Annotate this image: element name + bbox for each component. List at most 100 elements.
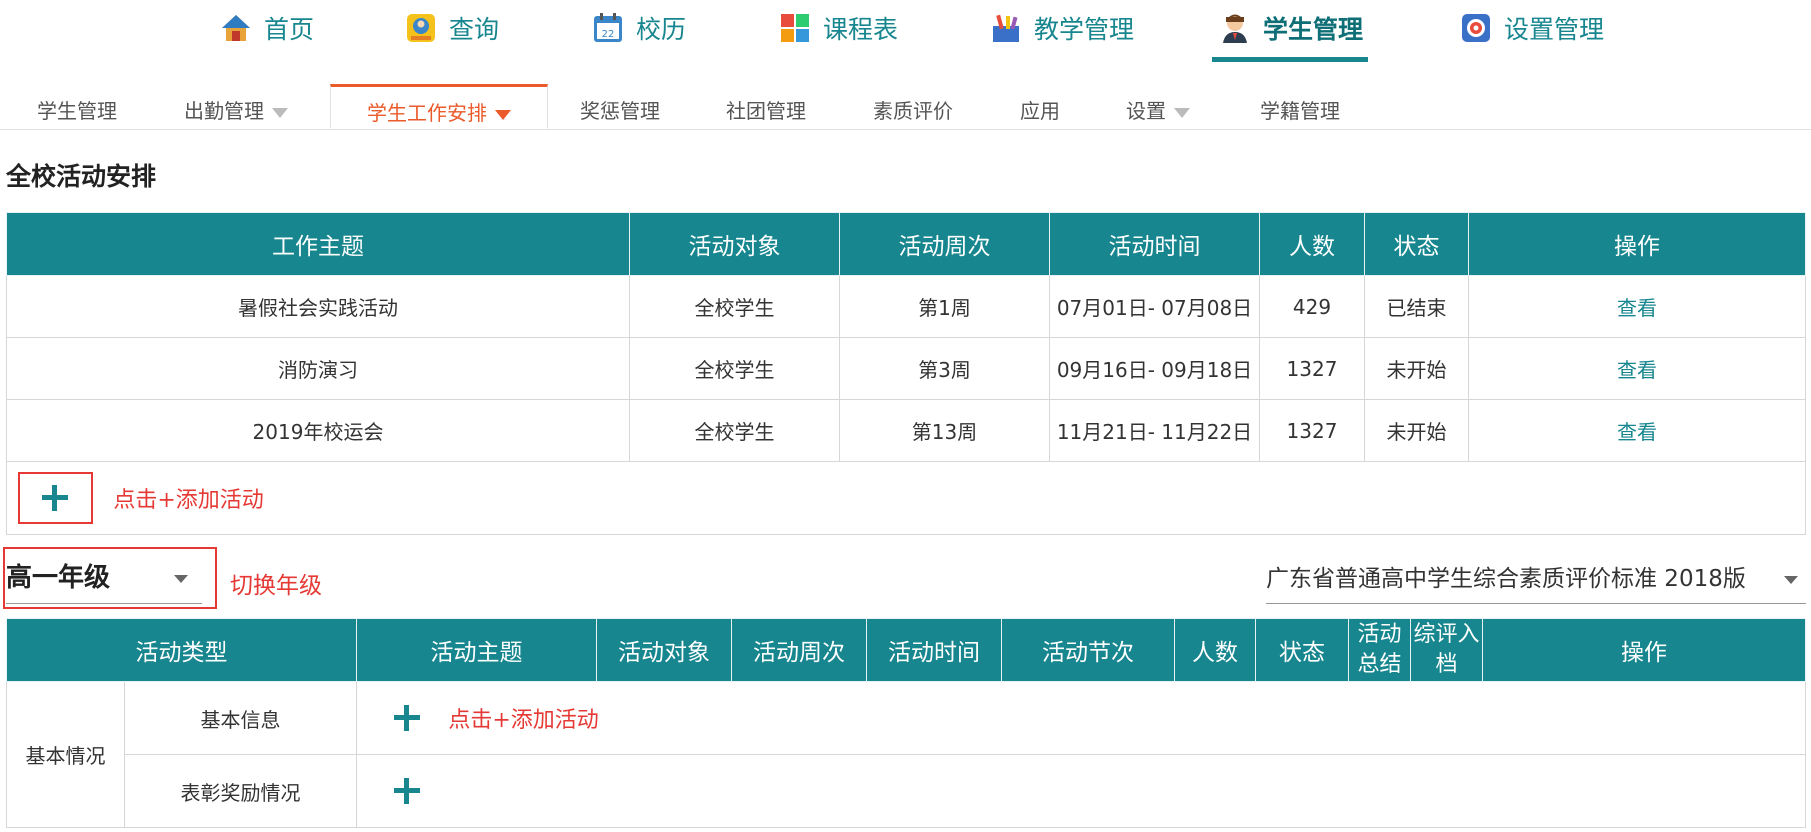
active-tab-underline [1212, 57, 1368, 62]
col-header-action: 操作 [1482, 618, 1806, 682]
settings-icon [1460, 12, 1492, 44]
plus-icon [394, 705, 420, 731]
topnav-settings[interactable]: 设置管理 [1460, 6, 1604, 50]
add-activity-button[interactable] [394, 778, 420, 805]
cell-action: 查看 [1468, 275, 1806, 338]
cell-topic: 消防演习 [6, 337, 630, 400]
subtab-label: 出勤管理 [184, 99, 264, 123]
caret-down-icon [174, 575, 188, 583]
add-activity-button[interactable] [18, 472, 93, 524]
timetable-icon [779, 12, 811, 44]
chevron-down-icon [495, 109, 511, 120]
calendar-icon: 22 [592, 12, 624, 44]
topnav-label: 教学管理 [1034, 15, 1135, 44]
subtab-settings[interactable]: 设置 [1126, 94, 1190, 128]
subtab-label: 应用 [1020, 99, 1060, 123]
col-header-week: 活动周次 [731, 618, 867, 682]
cell-topic: 2019年校运会 [6, 399, 630, 462]
cell-status: 未开始 [1364, 337, 1469, 400]
col-header-status: 状态 [1364, 212, 1469, 276]
grade-select-value: 高一年级 [6, 563, 111, 593]
subtab-label: 素质评价 [873, 99, 953, 123]
evaluation-standard-value: 广东省普通高中学生综合素质评价标准 2018版 [1266, 566, 1746, 592]
grade-select[interactable]: 高一年级 [6, 553, 202, 604]
cell-action: 查看 [1468, 337, 1806, 400]
subtab-label: 学生工作安排 [367, 101, 487, 125]
subcategory-cell: 表彰奖励情况 [124, 754, 357, 828]
subtab-label: 社团管理 [726, 99, 806, 123]
table-row: 2019年校运会 全校学生 第13周 11月21日- 11月22日 1327 未… [6, 399, 1806, 462]
teaching-icon [990, 12, 1022, 44]
col-header-summary: 活动总结 [1348, 618, 1411, 682]
caret-down-icon [1784, 576, 1798, 584]
cell-target: 全校学生 [629, 337, 840, 400]
subtab-work-arrangement[interactable]: 学生工作安排 [330, 84, 548, 129]
subtab-quality-eval[interactable]: 素质评价 [873, 94, 953, 128]
topnav-query[interactable]: 查询 [405, 6, 499, 50]
add-activity-button[interactable] [394, 705, 420, 731]
subtab-attendance[interactable]: 出勤管理 [184, 94, 288, 128]
col-header-type: 活动类型 [6, 618, 357, 682]
grade-activity-table: 活动类型 活动主题 活动对象 活动周次 活动时间 活动节次 人数 状态 活动总结… [6, 618, 1806, 828]
add-activity-cell: 点击+添加活动 [6, 461, 1806, 535]
topnav-student[interactable]: 学生管理 [1219, 6, 1363, 50]
col-header-count: 人数 [1174, 618, 1256, 682]
table-row: 消防演习 全校学生 第3周 09月16日- 09月18日 1327 未开始 查看 [6, 337, 1806, 400]
cell-status: 未开始 [1364, 399, 1469, 462]
subtab-enrollment[interactable]: 学籍管理 [1260, 94, 1340, 128]
top-navigation: 首页 查询 22 校历 课程表 教学管理 学生管理 设置管理 [0, 0, 1811, 62]
table-row: 基本情况 基本信息 点击+添加活动 [6, 681, 1806, 828]
col-header-topic: 活动主题 [356, 618, 597, 682]
add-activity-row: 点击+添加活动 [6, 461, 1806, 535]
switch-grade-hint: 切换年级 [230, 573, 322, 599]
view-link[interactable]: 查看 [1617, 358, 1657, 382]
topnav-label: 首页 [264, 15, 315, 44]
sub-navigation: 学生管理 出勤管理 学生工作安排 奖惩管理 社团管理 素质评价 应用 设置 学籍… [0, 84, 1811, 130]
subtab-rewards[interactable]: 奖惩管理 [580, 94, 660, 128]
student-icon [1219, 12, 1251, 44]
topnav-calendar[interactable]: 22 校历 [592, 6, 686, 50]
subtab-student-management[interactable]: 学生管理 [37, 94, 117, 128]
col-header-week: 活动周次 [839, 212, 1050, 276]
topnav-home[interactable]: 首页 [220, 6, 314, 50]
col-header-action: 操作 [1468, 212, 1806, 276]
cell-target: 全校学生 [629, 275, 840, 338]
col-header-target: 活动对象 [596, 618, 732, 682]
col-header-count: 人数 [1259, 212, 1365, 276]
col-header-session: 活动节次 [1001, 618, 1175, 682]
col-header-topic: 工作主题 [6, 212, 630, 276]
cell-time: 09月16日- 09月18日 [1049, 337, 1260, 400]
add-activity-hint: 点击+添加活动 [448, 708, 599, 733]
evaluation-standard-select[interactable]: 广东省普通高中学生综合素质评价标准 2018版 [1266, 557, 1806, 604]
subtab-label: 学籍管理 [1260, 99, 1340, 123]
view-link[interactable]: 查看 [1617, 296, 1657, 320]
search-person-icon [405, 12, 437, 44]
cell-action: 查看 [1468, 399, 1806, 462]
view-link[interactable]: 查看 [1617, 420, 1657, 444]
chevron-down-icon [1174, 107, 1190, 118]
topnav-teaching[interactable]: 教学管理 [990, 6, 1134, 50]
cell-week: 第3周 [839, 337, 1050, 400]
table-row: 表彰奖励情况 [7, 754, 1806, 828]
cell-topic: 暑假社会实践活动 [6, 275, 630, 338]
section-title-school-activities: 全校活动安排 [6, 162, 157, 191]
plus-icon [394, 778, 420, 805]
subtab-clubs[interactable]: 社团管理 [726, 94, 806, 128]
cell-count: 1327 [1259, 337, 1365, 400]
table-header-row: 工作主题 活动对象 活动周次 活动时间 人数 状态 操作 [6, 212, 1806, 276]
topnav-label: 校历 [636, 15, 687, 44]
cell-time: 11月21日- 11月22日 [1049, 399, 1260, 462]
subtab-label: 设置 [1126, 99, 1166, 123]
table-header-row: 活动类型 活动主题 活动对象 活动周次 活动时间 活动节次 人数 状态 活动总结… [6, 618, 1806, 682]
topnav-label: 设置管理 [1504, 15, 1605, 44]
cell-time: 07月01日- 07月08日 [1049, 275, 1260, 338]
col-header-status: 状态 [1255, 618, 1349, 682]
cell-week: 第1周 [839, 275, 1050, 338]
topnav-timetable[interactable]: 课程表 [779, 6, 898, 50]
topnav-label: 查询 [449, 15, 500, 44]
add-activity-cell: 点击+添加活动 [356, 681, 1806, 755]
col-header-time: 活动时间 [866, 618, 1002, 682]
category-cell: 基本情况 [6, 681, 125, 828]
subtab-apps[interactable]: 应用 [1020, 94, 1060, 128]
add-activity-cell [356, 754, 1806, 828]
